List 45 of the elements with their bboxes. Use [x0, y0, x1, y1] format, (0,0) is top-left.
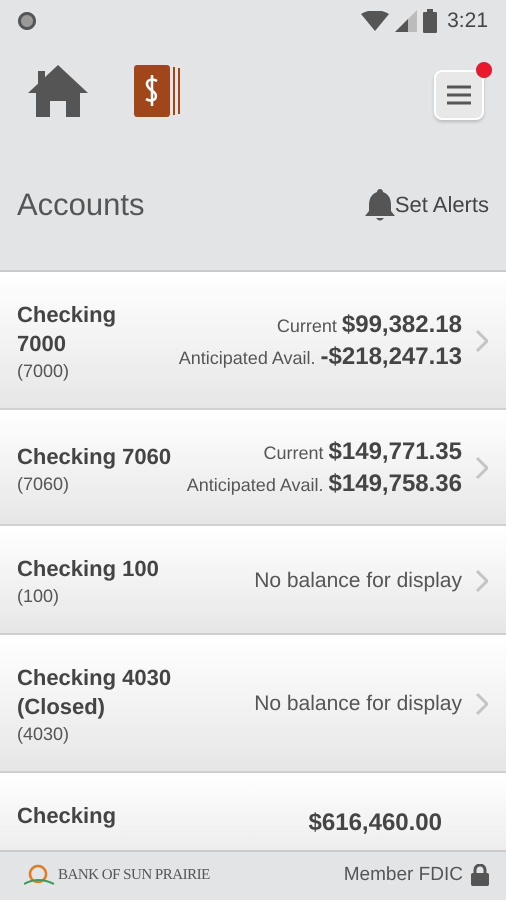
- current-balance: $99,382.18: [342, 311, 462, 339]
- account-name: Checking 4030 (Closed): [17, 664, 172, 721]
- balance-label: Anticipated Avail.: [186, 475, 324, 496]
- sun-logo-icon: [24, 863, 56, 887]
- lock-icon: [471, 864, 489, 886]
- account-row[interactable]: Checking $616,460.00: [0, 773, 506, 850]
- notification-dot-icon: [18, 12, 36, 30]
- anticipated-balance: -$218,247.13: [320, 343, 462, 371]
- set-alerts-link[interactable]: Set Alerts: [394, 192, 489, 218]
- battery-icon: [423, 9, 438, 33]
- clock-time: 3:21: [447, 9, 488, 33]
- account-number: (4030): [17, 724, 70, 745]
- balance-message: No balance for display: [254, 568, 462, 592]
- chevron-right-icon: [476, 457, 488, 479]
- menu-button[interactable]: [434, 70, 484, 120]
- menu-icon: [446, 85, 472, 105]
- current-balance: $616,460.00: [308, 809, 442, 837]
- balance-message: No balance for display: [254, 692, 462, 716]
- account-row[interactable]: Checking 100 (100) No balance for display: [0, 526, 506, 635]
- wifi-icon: [361, 11, 390, 31]
- balance-label: Current: [264, 443, 324, 464]
- account-name: Checking 100: [17, 555, 159, 583]
- dollar-card-icon[interactable]: [134, 65, 182, 117]
- chevron-right-icon: [476, 330, 488, 352]
- bell-icon: [364, 189, 395, 221]
- balance-label: Anticipated Avail.: [178, 348, 316, 369]
- account-number: (7060): [17, 474, 70, 494]
- home-icon[interactable]: [28, 65, 88, 117]
- account-number: (7000): [17, 361, 70, 382]
- account-name: Checking: [17, 802, 116, 830]
- signal-icon: [395, 10, 418, 32]
- member-fdic-text: Member FDIC: [344, 864, 463, 886]
- balance-label: Current: [276, 316, 337, 337]
- chevron-right-icon: [476, 570, 488, 592]
- bank-name: BANK OF SUN PRAIRIE: [58, 866, 210, 884]
- current-balance: $149,771.35: [328, 438, 462, 466]
- page-title: Accounts: [17, 187, 146, 223]
- account-row[interactable]: Checking 7000 (7000) Current $99,382.18 Anticipated Avail. -$218,247.13: [0, 272, 506, 410]
- account-row[interactable]: Checking 7060 (7060) Current $149,771.35 Anticipated Avail. $149,758.36: [0, 410, 506, 526]
- account-name: Checking 7000: [17, 301, 118, 358]
- account-row[interactable]: Checking 4030 (Closed) (4030) No balance for display: [0, 635, 506, 773]
- account-name: Checking 7060: [17, 442, 172, 470]
- anticipated-balance: $149,758.36: [328, 470, 462, 498]
- chevron-right-icon: [476, 693, 488, 715]
- account-number: (100): [17, 586, 60, 607]
